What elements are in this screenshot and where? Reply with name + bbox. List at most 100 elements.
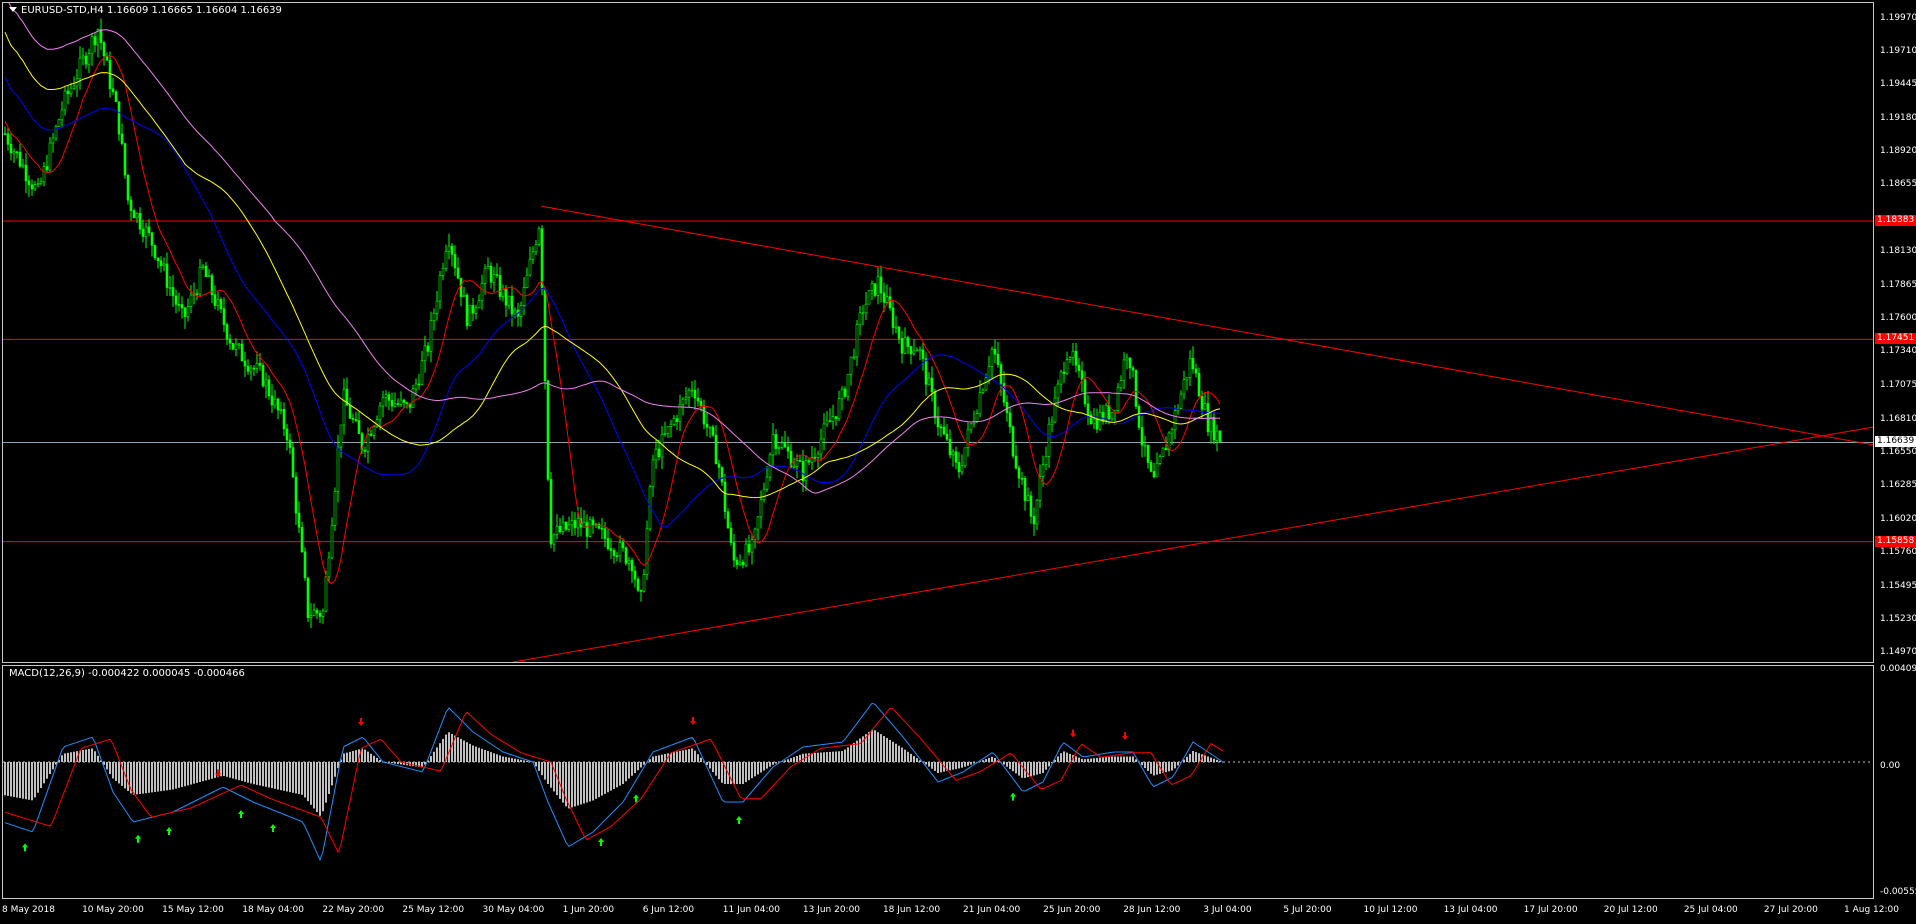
macd-histogram-bar [481,748,483,762]
candle-body [729,527,733,544]
macd-histogram-bar [991,756,993,762]
candle-body [165,263,169,288]
candle-body [1149,462,1153,472]
candle-body [687,389,691,398]
candle-body [504,288,508,306]
macd-histogram-bar [106,762,108,770]
macd-histogram-bar [334,762,336,777]
level-price-tag: 1.17451 [1875,333,1916,345]
macd-histogram-bar [22,762,24,799]
candle-body [1143,444,1147,447]
macd-histogram-bar [853,742,855,762]
macd-histogram-bar [898,745,900,762]
candle-body [981,389,985,393]
candle-body [348,405,352,419]
macd-histogram-bar [238,762,240,781]
macd-pane[interactable]: MACD(12,26,9) -0.000422 0.000045 -0.0004… [2,665,1874,899]
macd-histogram-bar [1147,762,1149,771]
time-tick-label: 8 May 2018 [2,905,55,915]
candle-body [933,391,937,419]
macd-histogram-bar [1090,758,1092,762]
macd-histogram-bar [1063,751,1065,762]
candle-body [1182,379,1186,395]
macd-histogram-bar [640,762,642,768]
macd-histogram-bar [619,762,621,786]
candle-body [564,521,568,530]
macd-histogram-bar [190,762,192,785]
candle-body [882,292,886,303]
dropdown-triangle-icon[interactable] [9,7,17,12]
macd-histogram-bar [1108,756,1110,762]
candle-body [900,338,904,354]
macd-histogram-bar [118,762,120,784]
macd-histogram-bar [364,749,366,762]
macd-histogram-bar [1066,752,1068,762]
candle-body [642,574,646,592]
candle-body [291,447,295,478]
candle-body [15,151,19,154]
candle-body [303,551,307,579]
candle-body [219,299,223,309]
macd-histogram-bar [280,762,282,791]
candle-body [843,388,847,397]
candle-body [747,543,751,553]
price-chart-canvas[interactable] [3,3,1873,662]
macd-histogram-bar [751,762,753,779]
candle-body [1179,393,1183,409]
candle-body [1122,359,1126,381]
candle-body [9,143,13,154]
candle-body [60,109,64,121]
candle-body [759,499,763,518]
macd-histogram-bar [823,752,825,762]
macd-canvas[interactable] [3,666,1873,898]
macd-histogram-bar [112,762,114,779]
macd-histogram-bar [964,762,966,767]
candle-body [447,245,451,252]
macd-histogram-bar [115,762,117,781]
macd-histogram-bar [307,762,309,802]
candle-body [726,511,730,529]
candle-body [393,403,397,407]
macd-histogram-bar [355,750,357,762]
candle-body [957,462,961,473]
macd-histogram-bar [757,762,759,775]
candle-body [189,294,193,307]
candle-body [312,609,316,616]
candle-body [1038,476,1042,501]
macd-histogram-bar [262,762,264,787]
buy-arrow-icon [598,838,604,846]
macd-histogram-bar [685,749,687,762]
time-tick-label: 10 Jul 12:00 [1363,905,1418,915]
candle-body [1035,499,1039,525]
macd-histogram-bar [487,751,489,762]
macd-histogram-bar [85,749,87,762]
macd-histogram-bar [169,762,171,790]
macd-histogram-bar [211,762,213,779]
candle-body [318,612,322,617]
candle-body [1203,403,1207,410]
macd-histogram-bar [901,747,903,762]
macd-histogram-bar [367,751,369,762]
time-tick-label: 21 Jun 04:00 [963,905,1021,915]
macd-histogram-bar [19,762,21,799]
macd-histogram-bar [1042,762,1044,773]
candle-body [591,519,595,526]
macd-histogram-bar [814,752,816,762]
price-chart-pane[interactable]: EURUSD-STD,H4 1.16609 1.16665 1.16604 1.… [2,2,1874,663]
candle-body [84,55,88,65]
macd-histogram-bar [1012,762,1014,772]
macd-histogram-bar [790,758,792,762]
candle-body [159,260,163,267]
candle-body [636,578,640,591]
candle-body [858,312,862,325]
candle-body [420,360,424,385]
candle-body [1206,403,1210,433]
macd-histogram-bar [826,752,828,762]
macd-histogram-bar [931,762,933,769]
candle-body [381,397,385,407]
candle-body [252,367,256,370]
candle-body [1083,379,1087,405]
candle-body [945,433,949,440]
macd-histogram-bar [544,762,546,780]
macd-histogram-bar [154,762,156,792]
